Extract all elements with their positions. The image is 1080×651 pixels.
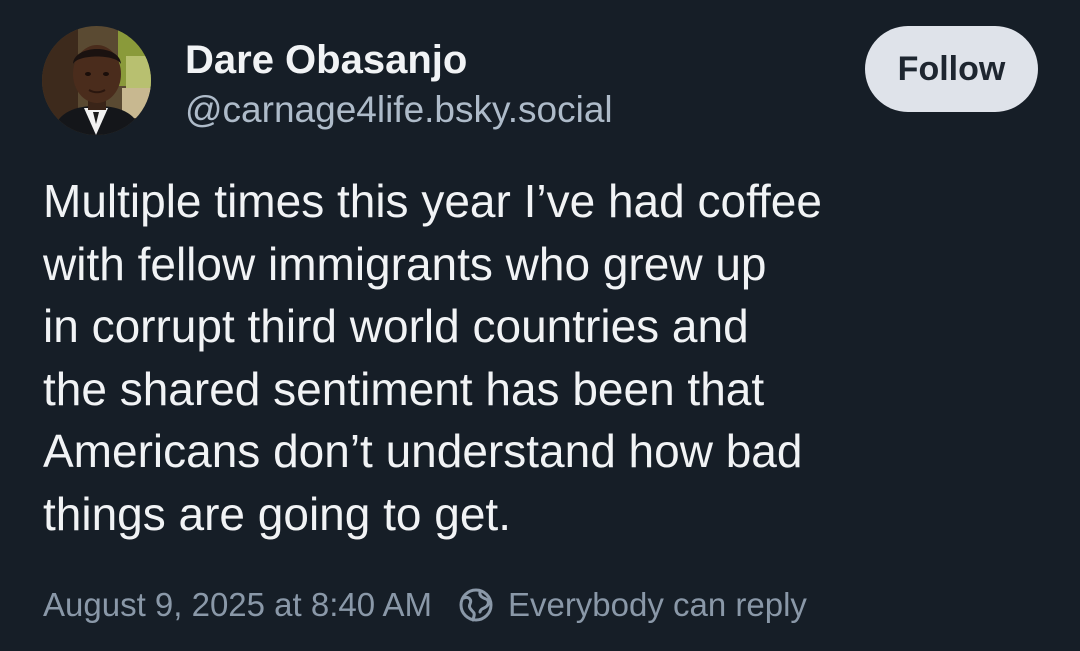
author-avatar[interactable] xyxy=(42,26,151,135)
reply-setting[interactable]: Everybody can reply xyxy=(458,586,807,624)
globe-icon xyxy=(459,588,493,622)
post-text-line: Americans don’t understand how bad xyxy=(43,425,803,478)
post-text-line: the shared sentiment has been that xyxy=(43,362,765,415)
post-card: Dare Obasanjo @carnage4life.bsky.social … xyxy=(0,0,1080,651)
author-handle[interactable]: @carnage4life.bsky.social xyxy=(185,88,613,132)
post-meta: August 9, 2025 at 8:40 AM Everybody can … xyxy=(43,583,807,627)
post-text: Multiple times this year I’ve had coffee… xyxy=(43,170,1043,546)
post-text-line: with fellow immigrants who grew up xyxy=(43,237,767,290)
post-text-line: in corrupt third world countries and xyxy=(43,300,749,353)
avatar-image xyxy=(42,26,151,135)
author-display-name[interactable]: Dare Obasanjo xyxy=(185,36,467,84)
follow-button[interactable]: Follow xyxy=(865,26,1038,112)
post-timestamp[interactable]: August 9, 2025 at 8:40 AM xyxy=(43,586,432,624)
post-text-line: things are going to get. xyxy=(43,487,511,540)
reply-setting-label: Everybody can reply xyxy=(507,586,807,623)
post-text-line: Multiple times this year I’ve had coffee xyxy=(43,175,822,227)
